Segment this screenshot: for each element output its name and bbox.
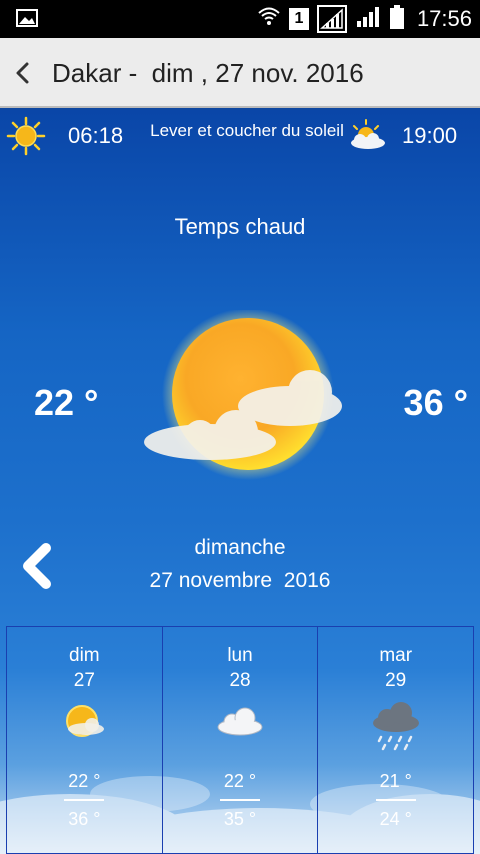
sunrise-sunset-row: 06:18 Lever et coucher du soleil 19:00 <box>0 110 480 170</box>
battery-icon <box>389 4 405 34</box>
forecast-temp-low: 36 ° <box>68 809 101 829</box>
page-title: Dakar - dim , 27 nov. 2016 <box>52 58 364 88</box>
forecast-date: 27 <box>73 670 95 691</box>
forecast-grid: dim 27 22 ° 36 ° lun 28 22 ° 35 ° mar 29… <box>6 626 474 854</box>
current-temp-min: 22 ° <box>34 382 99 423</box>
sun-cloud-icon <box>60 701 108 750</box>
forecast-day[interactable]: dim 27 22 ° 36 ° <box>7 627 163 853</box>
forecast-temp-high: 21 ° <box>379 771 412 791</box>
forecast-temp-high: 22 ° <box>223 771 257 791</box>
divider <box>220 799 260 801</box>
cloud-icon <box>214 701 266 746</box>
sun-icon <box>6 116 46 161</box>
back-arrow-icon[interactable] <box>12 60 34 91</box>
divider <box>64 799 105 801</box>
divider <box>375 799 416 801</box>
forecast-day[interactable]: lun 28 22 ° 35 ° <box>163 627 319 853</box>
forecast-day-name: dim <box>69 645 100 666</box>
forecast-day-name: lun <box>227 645 253 666</box>
sun-caption: Lever et coucher du soleil <box>150 121 344 140</box>
forecast-temp-low: 35 ° <box>223 809 257 829</box>
weather-panel: 06:18 Lever et coucher du soleil 19:00 T… <box>0 110 480 854</box>
sunset-time: 19:00 <box>402 123 458 148</box>
sun-cloud-icon <box>346 118 388 157</box>
image-icon <box>16 9 38 32</box>
forecast-date: 29 <box>385 670 407 691</box>
forecast-temp-high: 22 ° <box>68 771 101 791</box>
forecast-date: 28 <box>229 670 251 691</box>
signal-icon <box>355 5 381 34</box>
forecast-day[interactable]: mar 29 21 ° 24 ° <box>318 627 473 853</box>
sim-slot-badge: 1 <box>288 8 309 30</box>
app-bar: Dakar - dim , 27 nov. 2016 <box>0 38 480 108</box>
status-time: 17:56 <box>416 6 472 31</box>
status-bar: 1 17:56 <box>0 0 480 38</box>
condition-label: Temps chaud <box>174 214 306 239</box>
wifi-icon <box>257 5 281 34</box>
current-day-name: dimanche <box>194 536 286 559</box>
signal-icon <box>316 5 347 33</box>
current-date: 27 novembre 2016 <box>149 569 331 592</box>
sunrise-time: 06:18 <box>68 123 124 148</box>
current-temp-max: 36 ° <box>403 382 468 423</box>
forecast-day-name: mar <box>379 645 413 666</box>
rain-cloud-icon <box>369 701 423 758</box>
forecast-temp-low: 24 ° <box>379 809 412 829</box>
sun-cloud-icon <box>140 308 350 485</box>
